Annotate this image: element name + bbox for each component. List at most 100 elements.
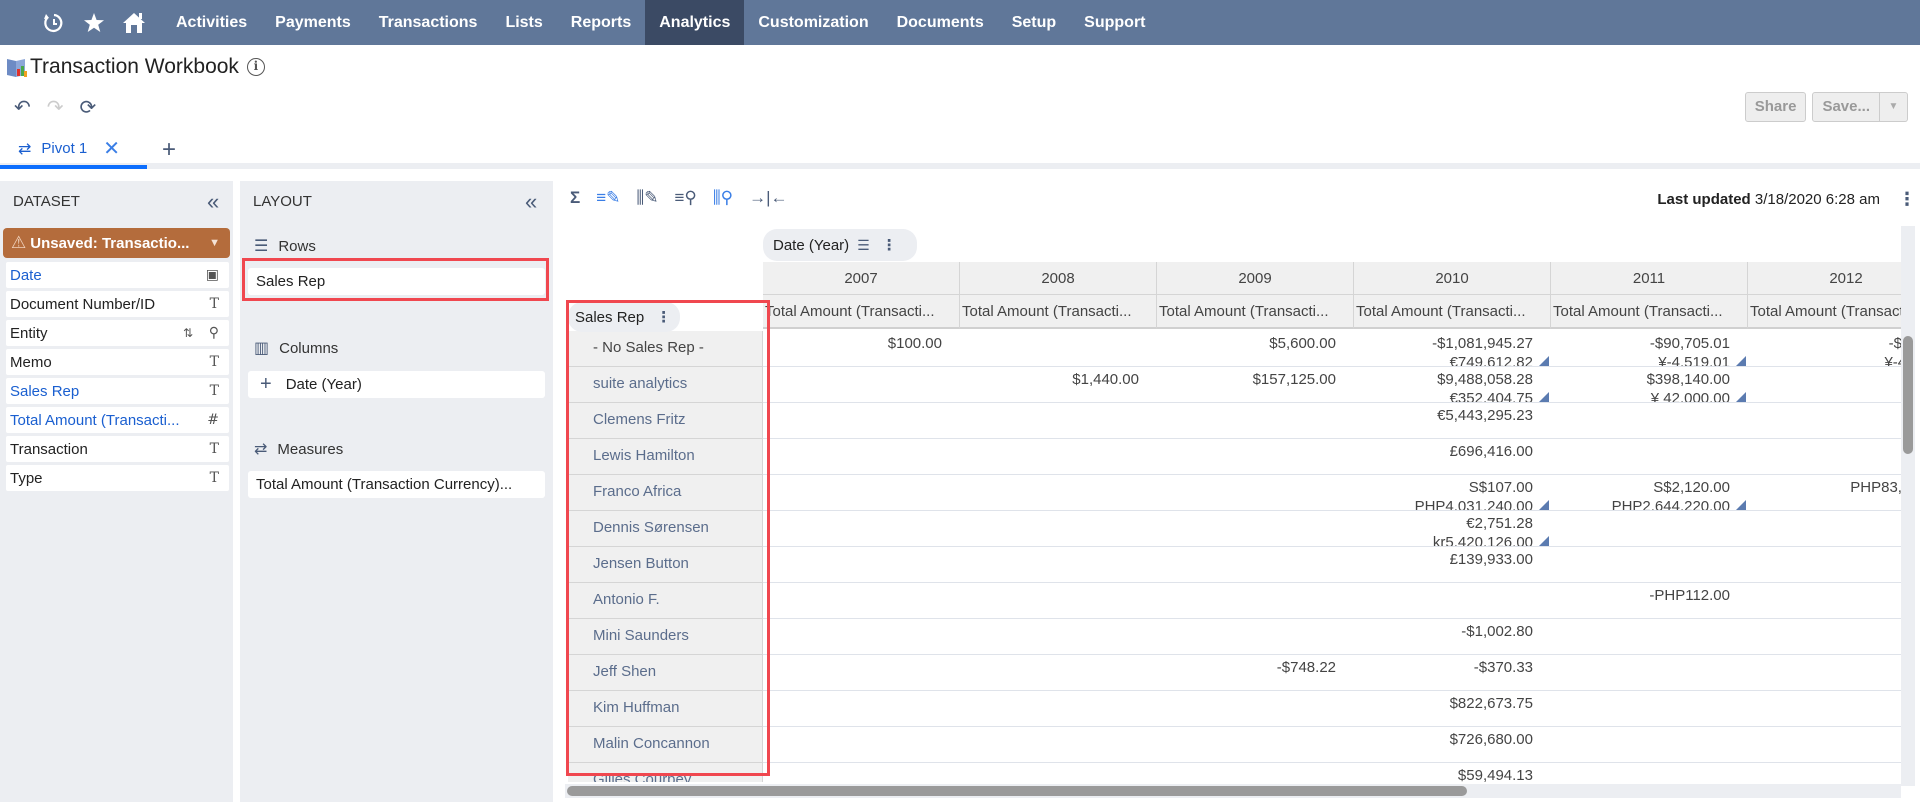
- vertical-scrollbar[interactable]: [1901, 226, 1915, 786]
- table-cell[interactable]: -$1,002.80: [1354, 619, 1551, 654]
- nav-item-transactions[interactable]: Transactions: [365, 0, 492, 45]
- collapse-dataset-icon[interactable]: «: [207, 189, 219, 215]
- close-tab-icon[interactable]: ✕: [103, 136, 120, 161]
- table-row: [763, 439, 1901, 475]
- share-button[interactable]: Share: [1744, 92, 1807, 122]
- sum-icon[interactable]: Σ: [570, 188, 580, 208]
- nav-item-support[interactable]: Support: [1070, 0, 1159, 45]
- collapse-icon[interactable]: →|←: [749, 188, 787, 208]
- column-header-year[interactable]: 2010: [1354, 262, 1551, 295]
- table-cell[interactable]: $100.00: [763, 331, 960, 366]
- table-cell[interactable]: $9,488,058.28 €352,404.75: [1354, 367, 1551, 402]
- table-cell[interactable]: £696,416.00: [1354, 439, 1551, 474]
- table-cell[interactable]: $398,140.00 ¥ 42,000.00: [1551, 367, 1748, 402]
- nav-item-analytics[interactable]: Analytics: [645, 0, 745, 45]
- dataset-field[interactable]: Type T: [6, 465, 229, 491]
- table-cell[interactable]: -$500 ¥-4,61: [1748, 331, 1901, 366]
- star-icon[interactable]: [74, 0, 114, 45]
- dataset-field[interactable]: Memo T: [6, 349, 229, 375]
- edit-rows-icon[interactable]: ≡✎: [596, 188, 620, 208]
- table-cell[interactable]: $1,440.00: [960, 367, 1157, 402]
- table-cell[interactable]: $5,600.00: [1157, 331, 1354, 366]
- expand-cell-icon[interactable]: [1539, 500, 1549, 510]
- recent-icon[interactable]: [34, 0, 74, 45]
- table-cell[interactable]: $726,680.00: [1354, 727, 1551, 762]
- measures-field-pill[interactable]: Total Amount (Transaction Currency)...: [248, 471, 545, 498]
- vertical-scroll-thumb[interactable]: [1903, 336, 1913, 454]
- dataset-field[interactable]: Total Amount (Transacti... #: [6, 407, 229, 433]
- table-cell[interactable]: S$2,120.00 PHP2,644,220.00: [1551, 475, 1748, 510]
- table-cell[interactable]: $59,494.13: [1354, 763, 1551, 782]
- column-header-measure[interactable]: Total Amount (Transacti...: [763, 295, 960, 329]
- refresh-icon[interactable]: ⟳: [80, 95, 97, 120]
- redo-icon[interactable]: ↷: [47, 95, 64, 120]
- save-button[interactable]: Save...: [1812, 92, 1880, 122]
- dataset-field[interactable]: Transaction T: [6, 436, 229, 462]
- column-field-chip[interactable]: Date (Year) ☰ ⋮: [763, 229, 917, 261]
- expand-cell-icon[interactable]: [1539, 392, 1549, 402]
- horizontal-scrollbar[interactable]: [565, 784, 1901, 798]
- more-options-icon[interactable]: ⋮: [1898, 190, 1916, 208]
- tab-pivot-1[interactable]: ⇄ Pivot 1 ✕: [0, 132, 147, 169]
- cell-secondary-value: kr5,420,126.00: [1432, 534, 1533, 546]
- column-header-measure[interactable]: Total Amount (Transacti...: [1748, 295, 1901, 329]
- table-cell[interactable]: -PHP112.00: [1551, 583, 1748, 618]
- columns-field-pill[interactable]: + Date (Year): [248, 371, 545, 398]
- dataset-field[interactable]: Entity ⚲ ⇅: [6, 320, 229, 346]
- table-cell[interactable]: PHP83,160: [1748, 475, 1901, 510]
- column-header-measure[interactable]: Total Amount (Transacti...: [1551, 295, 1748, 329]
- column-header-year[interactable]: 2008: [960, 262, 1157, 295]
- nav-item-reports[interactable]: Reports: [557, 0, 645, 45]
- table-cell[interactable]: $157,125.00: [1157, 367, 1354, 402]
- nav-item-lists[interactable]: Lists: [491, 0, 556, 45]
- column-header-measure[interactable]: Total Amount (Transacti...: [960, 295, 1157, 329]
- table-cell[interactable]: S$107.00 PHP4,031,240.00: [1354, 475, 1551, 510]
- table-cell[interactable]: -$370.33: [1354, 655, 1551, 690]
- field-label: Type: [10, 469, 43, 487]
- table-cell[interactable]: $822,673.75: [1354, 691, 1551, 726]
- column-header-measure[interactable]: Total Amount (Transacti...: [1157, 295, 1354, 329]
- table-cell[interactable]: -$748.22: [1157, 655, 1354, 690]
- edit-columns-icon[interactable]: ⫼✎: [636, 188, 658, 208]
- pin-columns-icon[interactable]: ⫼⚲: [713, 188, 733, 208]
- undo-icon[interactable]: ↶: [14, 95, 31, 120]
- add-tab-button[interactable]: +: [162, 136, 176, 164]
- home-icon[interactable]: [114, 0, 154, 45]
- sort-icon[interactable]: ☰: [857, 237, 870, 254]
- expand-cell-icon[interactable]: [1736, 356, 1746, 366]
- expand-icon[interactable]: +: [260, 373, 272, 396]
- swap-hierarchy-icon[interactable]: ⇅: [183, 326, 193, 340]
- expand-cell-icon[interactable]: [1539, 536, 1549, 546]
- collapse-layout-icon[interactable]: «: [525, 189, 537, 215]
- workbook-actions: Share Save... ▼: [1744, 92, 1908, 122]
- dataset-field[interactable]: Date ▣: [6, 262, 229, 288]
- expand-cell-icon[interactable]: [1539, 356, 1549, 366]
- dataset-selector[interactable]: ⚠ Unsaved: Transactio... ▼: [3, 228, 230, 258]
- nav-item-customization[interactable]: Customization: [744, 0, 882, 45]
- nav-item-documents[interactable]: Documents: [883, 0, 998, 45]
- cell-secondary-value: €352,404.75: [1449, 390, 1533, 402]
- column-header-year[interactable]: 2011: [1551, 262, 1748, 295]
- table-row: [763, 403, 1901, 439]
- nav-item-activities[interactable]: Activities: [162, 0, 261, 45]
- table-cell[interactable]: £139,933.00: [1354, 547, 1551, 582]
- nav-item-payments[interactable]: Payments: [261, 0, 365, 45]
- horizontal-scroll-thumb[interactable]: [567, 786, 1467, 796]
- table-cell[interactable]: -$90,705.01 ¥-4,519.01: [1551, 331, 1748, 366]
- column-header-year[interactable]: 2007: [763, 262, 960, 295]
- column-header-year[interactable]: 2012: [1748, 262, 1901, 295]
- info-icon[interactable]: i: [246, 58, 265, 76]
- column-header-measure[interactable]: Total Amount (Transacti...: [1354, 295, 1551, 329]
- table-cell[interactable]: €2,751.28 kr5,420,126.00: [1354, 511, 1551, 546]
- dataset-field[interactable]: Document Number/ID T: [6, 291, 229, 317]
- column-header-year[interactable]: 2009: [1157, 262, 1354, 295]
- pin-rows-icon[interactable]: ≡⚲: [674, 188, 696, 208]
- column-field-menu-icon[interactable]: ⋮: [882, 236, 897, 254]
- expand-cell-icon[interactable]: [1736, 392, 1746, 402]
- save-options-dropdown[interactable]: ▼: [1880, 92, 1908, 122]
- table-cell[interactable]: -$1,081,945.27 €749,612.82: [1354, 331, 1551, 366]
- dataset-field[interactable]: Sales Rep T: [6, 378, 229, 404]
- expand-cell-icon[interactable]: [1736, 500, 1746, 510]
- nav-item-setup[interactable]: Setup: [998, 0, 1070, 45]
- table-cell[interactable]: €5,443,295.23: [1354, 403, 1551, 438]
